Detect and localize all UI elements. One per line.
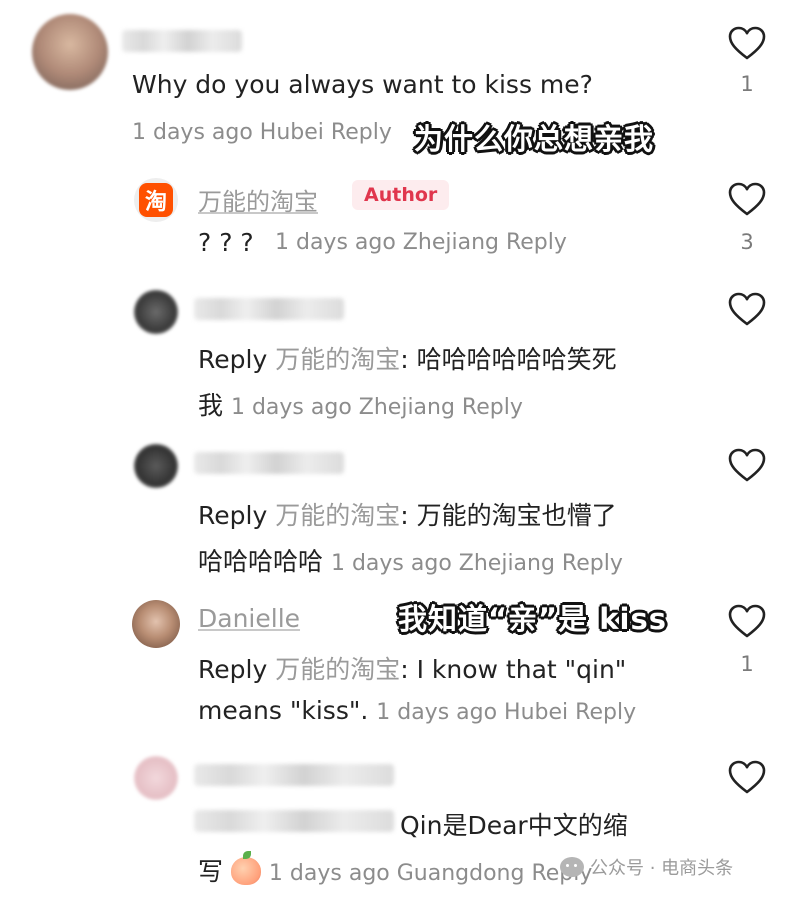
comment-text: ? ? ? [198, 228, 254, 257]
username[interactable]: Danielle [198, 604, 300, 633]
reply-prefix-blurred [194, 810, 394, 832]
reply-to-user[interactable]: 万能的淘宝 [275, 345, 400, 374]
avatar[interactable] [134, 756, 178, 800]
username-blurred[interactable] [194, 452, 344, 474]
reply-to-user[interactable]: 万能的淘宝 [275, 501, 400, 530]
username-blurred[interactable] [194, 298, 344, 320]
reply-text: : 哈哈哈哈哈哈笑死 [400, 345, 617, 374]
comment-meta[interactable]: 1 days ago Zhejiang Reply [231, 395, 523, 420]
taobao-logo-icon: 淘 [139, 183, 173, 217]
wechat-logo-icon [560, 857, 584, 877]
username-blurred[interactable] [122, 30, 242, 52]
avatar[interactable] [32, 14, 108, 90]
avatar[interactable] [134, 444, 178, 488]
heart-outline-icon[interactable] [727, 446, 767, 486]
caption-overlay: 我知道“亲”是 kiss [397, 601, 667, 637]
reply-text: : I know that "qin" [400, 655, 627, 684]
caption-overlay: 为什么你总想亲我 [413, 121, 655, 157]
reply-prefix: Reply [198, 501, 268, 530]
reply-line-2: means "kiss". 1 days ago Hubei Reply [198, 696, 636, 725]
reply-text-cont: 写 [198, 857, 224, 886]
reply-text-cont: 我 [198, 391, 224, 420]
watermark-text: 公众号 · 电商头条 [590, 858, 734, 879]
reply-text-cont: means "kiss". [198, 696, 369, 725]
peach-emoji-icon [230, 851, 261, 885]
avatar[interactable]: 淘 [134, 178, 178, 222]
avatar[interactable] [132, 600, 180, 648]
like-count: 1 [740, 72, 754, 96]
avatar[interactable] [134, 290, 178, 334]
comment-meta[interactable]: 1 days ago Zhejiang Reply [275, 230, 567, 255]
reply-line-2: 我 1 days ago Zhejiang Reply [198, 386, 523, 422]
reply-prefix: Reply [198, 655, 268, 684]
reply-line-1: Reply 万能的淘宝: I know that "qin" [198, 650, 626, 686]
username[interactable]: 万能的淘宝 [198, 182, 318, 217]
reply-line-1: Reply 万能的淘宝: 万能的淘宝也懵了 [198, 496, 617, 532]
reply-prefix: Reply [198, 345, 268, 374]
comment-meta[interactable]: 1 days ago Hubei Reply [376, 700, 636, 725]
comment-meta[interactable]: 1 days ago Hubei Reply [132, 120, 392, 145]
heart-outline-icon[interactable] [727, 758, 767, 798]
heart-outline-icon[interactable] [727, 24, 767, 64]
reply-line-2: 哈哈哈哈哈 1 days ago Zhejiang Reply [198, 542, 623, 578]
username-blurred[interactable] [194, 764, 394, 786]
comment-meta[interactable]: 1 days ago Guangdong Reply [269, 861, 592, 886]
like-count: 1 [740, 652, 754, 676]
comment-meta[interactable]: 1 days ago Zhejiang Reply [331, 551, 623, 576]
like-count: 3 [740, 230, 754, 254]
comment-text: Why do you always want to kiss me? [132, 70, 593, 99]
watermark: 公众号 · 电商头条 [560, 854, 733, 880]
reply-line-1: Reply 万能的淘宝: 哈哈哈哈哈哈笑死 [198, 340, 617, 376]
reply-text: Qin是Dear中文的缩 [400, 811, 628, 840]
reply-text-cont: 哈哈哈哈哈 [198, 547, 324, 576]
heart-outline-icon[interactable] [727, 290, 767, 330]
reply-to-user[interactable]: 万能的淘宝 [275, 655, 400, 684]
reply-line-2: 写 1 days ago Guangdong Reply [198, 851, 592, 888]
heart-outline-icon[interactable] [727, 602, 767, 642]
reply-text: : 万能的淘宝也懵了 [400, 501, 617, 530]
author-badge: Author [352, 180, 450, 210]
heart-outline-icon[interactable] [727, 180, 767, 220]
